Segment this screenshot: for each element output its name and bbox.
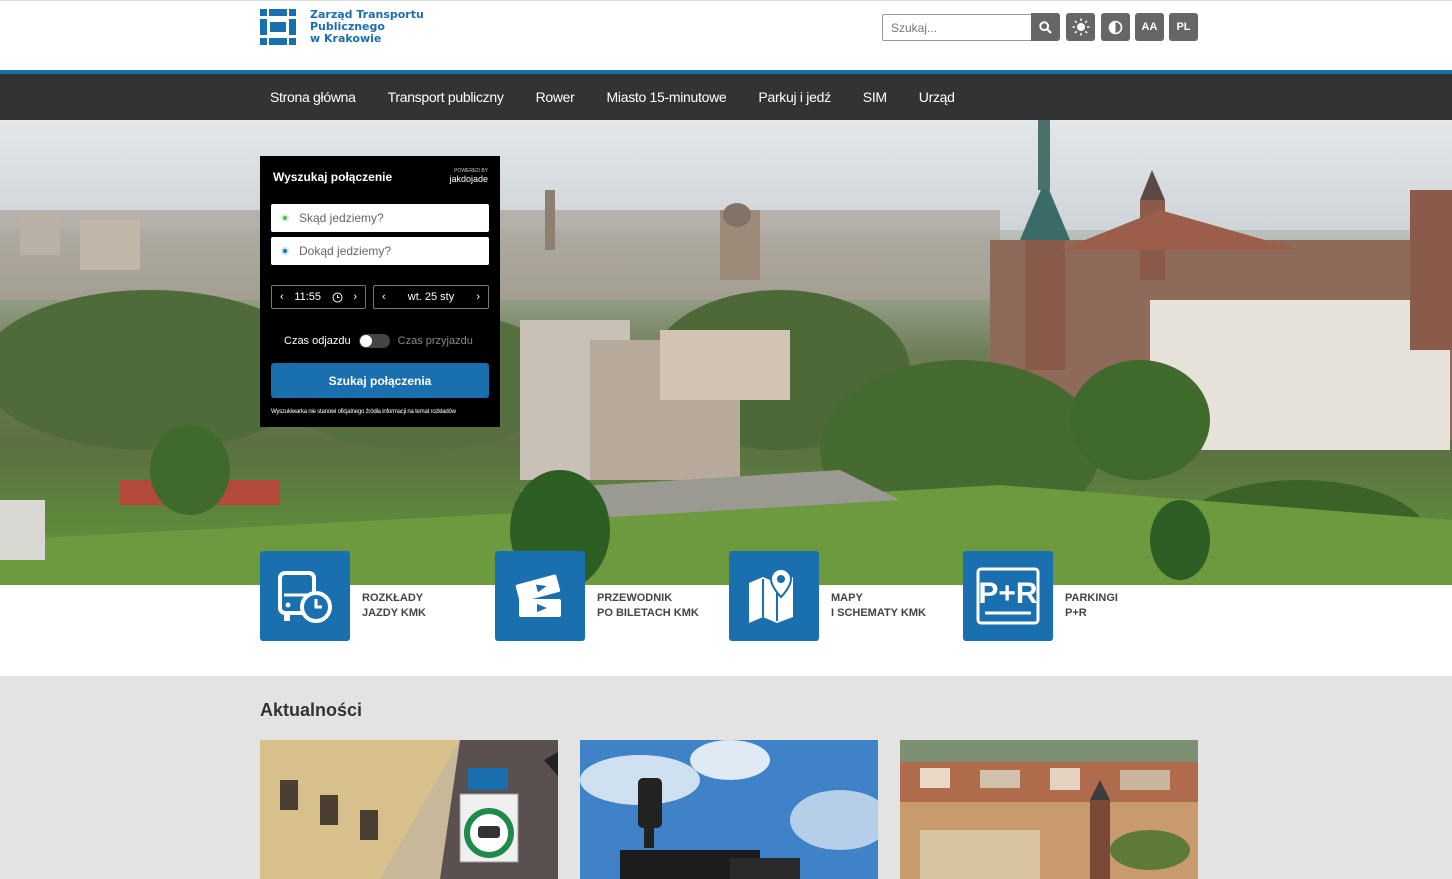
main-nav: Strona główna Transport publiczny Rower … <box>0 74 1452 120</box>
to-placeholder: Dokąd jedziemy? <box>299 244 392 258</box>
destination-dot-icon <box>281 247 289 255</box>
news-card-1-image <box>260 740 558 879</box>
time-picker[interactable]: ‹ 11:55 › <box>271 285 366 309</box>
tile-park-and-ride[interactable]: P+R PARKINGI P+R <box>963 551 1118 641</box>
tickets-icon <box>495 551 585 641</box>
tile-tickets-guide[interactable]: PRZEWODNIK PO BILETACH KMK <box>495 551 699 641</box>
text-size-button[interactable]: AA <box>1135 13 1164 41</box>
hero-city-photo: Wyszukaj połączenie POWERED BY jakdojade… <box>0 120 1452 585</box>
journey-planner-widget: Wyszukaj połączenie POWERED BY jakdojade… <box>260 156 500 427</box>
tile-park-and-ride-line-2: P+R <box>1065 607 1087 619</box>
date-next-icon[interactable]: › <box>476 291 480 303</box>
city-panorama-illustration <box>0 120 1452 585</box>
tile-tickets-guide-line-1: PRZEWODNIK <box>597 592 673 604</box>
tile-maps-line-1: MAPY <box>831 592 863 604</box>
departure-arrival-toggle-row: Czas odjazdu Czas przyjazdu <box>284 334 473 348</box>
from-placeholder: Skąd jedziemy? <box>299 211 384 225</box>
date-picker[interactable]: ‹ wt. 25 sty › <box>373 285 489 309</box>
tile-timetables[interactable]: ROZKŁADY JAZDY KMK <box>260 551 426 641</box>
nav-item-sim[interactable]: SIM <box>853 89 887 105</box>
journey-planner-title: Wyszukaj połączenie <box>273 170 393 184</box>
search-connection-button[interactable]: Szukaj połączenia <box>271 363 489 398</box>
search-button[interactable] <box>1031 13 1060 41</box>
logo-line-3: w Krakowie <box>310 32 382 45</box>
tile-maps[interactable]: MAPY I SCHEMATY KMK <box>729 551 926 641</box>
tile-maps-line-2: I SCHEMATY KMK <box>831 607 926 619</box>
origin-dot-icon <box>281 214 289 222</box>
departure-label: Czas odjazdu <box>284 335 351 347</box>
provider-name: jakdojade <box>449 174 488 184</box>
news-card-2[interactable] <box>580 740 878 879</box>
ztp-logo[interactable]: Zarząd Transportu Publicznego w Krakowie <box>260 9 424 45</box>
clock-icon <box>332 292 343 302</box>
time-value: 11:55 <box>294 291 322 303</box>
ztp-logo-text: Zarząd Transportu Publicznego w Krakowie <box>310 9 424 45</box>
news-section: Aktualności <box>0 676 1452 879</box>
search-icon <box>1039 20 1052 34</box>
date-prev-icon[interactable]: ‹ <box>382 291 386 303</box>
tile-timetables-label: ROZKŁADY JAZDY KMK <box>362 591 426 621</box>
sun-icon <box>1072 18 1089 36</box>
search-input[interactable] <box>882 14 1032 41</box>
park-and-ride-icon: P+R <box>963 551 1053 641</box>
nav-item-bike[interactable]: Rower <box>526 89 575 105</box>
departure-arrival-toggle[interactable] <box>358 334 390 348</box>
tile-maps-label: MAPY I SCHEMATY KMK <box>831 591 926 621</box>
powered-by-jakdojade[interactable]: POWERED BY jakdojade <box>449 168 488 185</box>
time-next-icon[interactable]: › <box>353 291 357 303</box>
nav-item-office[interactable]: Urząd <box>909 89 955 105</box>
disclaimer-text: Wyszukiwarka nie stanowi oficjalnego źró… <box>271 409 456 415</box>
ztp-logo-icon <box>260 9 296 45</box>
nav-item-15-minute-city[interactable]: Miasto 15-minutowe <box>597 89 727 105</box>
bus-clock-icon <box>260 551 350 641</box>
main-nav-list: Strona główna Transport publiczny Rower … <box>260 74 977 120</box>
svg-text:P+R: P+R <box>978 577 1038 610</box>
language-button[interactable]: PL <box>1169 13 1198 41</box>
news-card-1[interactable] <box>260 740 558 879</box>
to-input[interactable]: Dokąd jedziemy? <box>271 237 489 265</box>
news-card-3-image <box>900 740 1198 879</box>
tile-tickets-guide-label: PRZEWODNIK PO BILETACH KMK <box>597 591 699 621</box>
tile-park-and-ride-label: PARKINGI P+R <box>1065 591 1118 621</box>
news-card-2-image <box>580 740 878 879</box>
contrast-icon <box>1108 20 1123 34</box>
tile-timetables-line-2: JAZDY KMK <box>362 607 426 619</box>
brightness-button[interactable] <box>1066 13 1095 41</box>
nav-item-public-transport[interactable]: Transport publiczny <box>378 89 504 105</box>
contrast-button[interactable] <box>1101 13 1130 41</box>
news-card-3[interactable] <box>900 740 1198 879</box>
map-pin-icon <box>729 551 819 641</box>
time-prev-icon[interactable]: ‹ <box>280 291 284 303</box>
nav-item-park-and-ride[interactable]: Parkuj i jedź <box>748 89 831 105</box>
date-value: wt. 25 sty <box>407 291 455 303</box>
arrival-label: Czas przyjazdu <box>397 335 473 347</box>
header: Zarząd Transportu Publicznego w Krakowie <box>0 0 1452 72</box>
quick-links: ROZKŁADY JAZDY KMK PRZEWODNIK PO BILETAC… <box>0 551 1452 676</box>
from-input[interactable]: Skąd jedziemy? <box>271 204 489 232</box>
tile-park-and-ride-line-1: PARKINGI <box>1065 592 1118 604</box>
tile-timetables-line-1: ROZKŁADY <box>362 592 424 604</box>
tile-tickets-guide-line-2: PO BILETACH KMK <box>597 607 699 619</box>
news-heading: Aktualności <box>260 700 363 720</box>
nav-item-home[interactable]: Strona główna <box>260 89 356 105</box>
